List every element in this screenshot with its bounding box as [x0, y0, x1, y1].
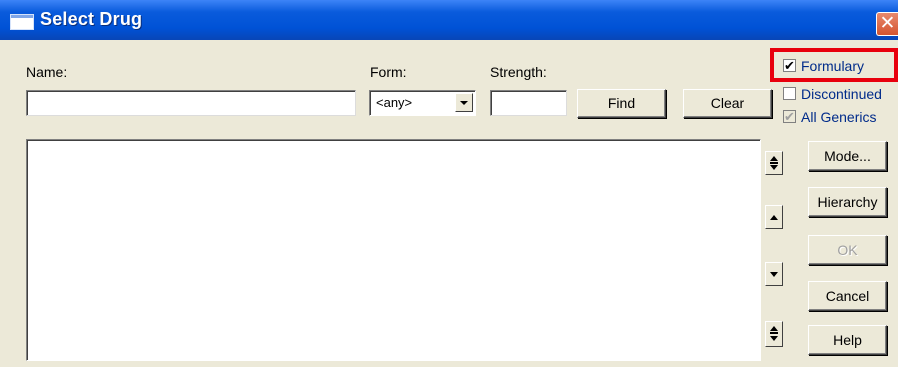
chevron-down-icon[interactable] — [455, 93, 473, 112]
form-select-value: <any> — [376, 95, 413, 110]
title-bar[interactable]: Select Drug ✕ — [0, 0, 898, 40]
hierarchy-button[interactable]: Hierarchy — [808, 187, 887, 217]
select-drug-dialog: Select Drug ✕ Name: Form: Strength: <any… — [0, 0, 898, 367]
all-generics-checkbox: ✔ — [783, 109, 796, 124]
up-arrow-icon — [770, 215, 778, 220]
double-up-bar — [770, 162, 778, 164]
double-up-lower — [770, 165, 778, 170]
window-title: Select Drug — [40, 9, 143, 29]
scroll-down-button[interactable] — [765, 262, 783, 286]
window-icon — [10, 14, 34, 30]
close-button[interactable]: ✕ — [876, 12, 898, 36]
scroll-bottom-button[interactable] — [765, 321, 783, 347]
double-down-arrow-icon — [770, 336, 778, 341]
all-generics-label: All Generics — [801, 109, 877, 125]
double-up-arrow-icon — [770, 156, 778, 161]
double-down-bar — [770, 332, 778, 334]
name-label: Name: — [26, 64, 68, 80]
strength-label: Strength: — [490, 64, 547, 80]
cancel-button[interactable]: Cancel — [808, 281, 887, 311]
clear-button[interactable]: Clear — [683, 89, 772, 118]
help-button[interactable]: Help — [808, 325, 887, 355]
discontinued-label: Discontinued — [801, 86, 882, 102]
scroll-top-button[interactable] — [765, 151, 783, 175]
double-down-upper — [770, 326, 778, 331]
scroll-up-button[interactable] — [765, 205, 783, 229]
mode-button[interactable]: Mode... — [808, 141, 887, 171]
formulary-highlight-box — [770, 48, 898, 82]
down-arrow-icon — [770, 272, 778, 277]
form-select[interactable]: <any> — [369, 90, 476, 116]
drug-results-list[interactable] — [26, 139, 761, 361]
discontinued-checkbox[interactable] — [783, 87, 796, 100]
form-label: Form: — [370, 64, 407, 80]
name-input[interactable] — [26, 90, 356, 116]
find-button[interactable]: Find — [577, 89, 666, 118]
ok-button: OK — [808, 235, 887, 265]
strength-input[interactable] — [490, 90, 567, 116]
